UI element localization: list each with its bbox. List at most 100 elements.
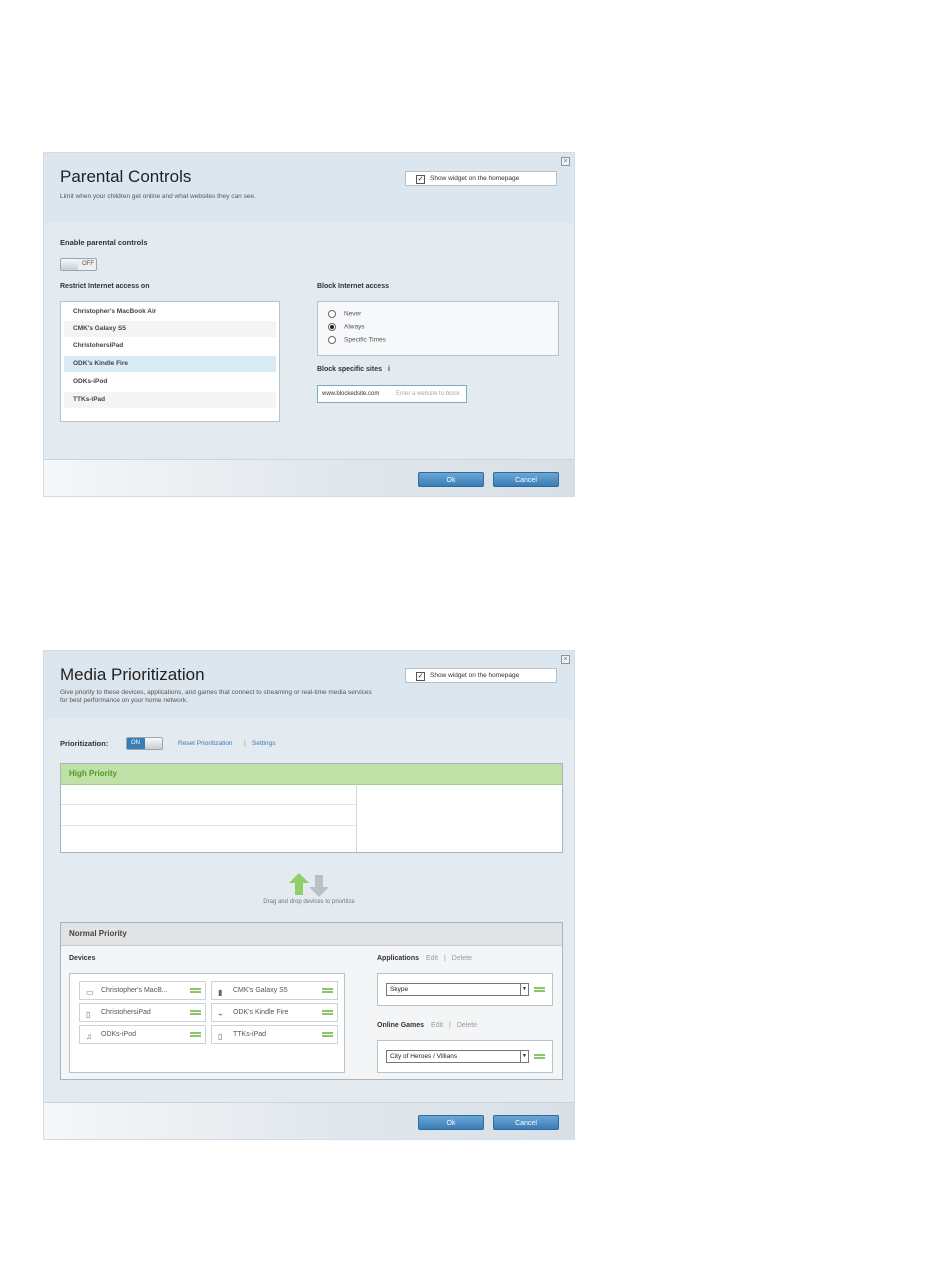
show-widget-checkbox[interactable]: ✓ Show widget on the homepage [405,668,557,683]
games-edit-link[interactable]: Edit [431,1022,443,1029]
reset-prioritization-link[interactable]: Reset Prioritization [178,740,233,747]
application-select[interactable]: Skype ▼ [386,983,529,996]
page-subtitle: Give priority to these devices, applicat… [60,689,372,704]
cancel-button[interactable]: Cancel [493,1115,559,1130]
radio-always[interactable]: Always [328,323,365,331]
blocked-site-value[interactable]: www.blockedsite.com [322,391,379,397]
radio-label: Always [344,323,365,331]
settings-link[interactable]: Settings [252,740,276,747]
drag-handle-icon[interactable] [534,987,545,992]
high-priority-slot[interactable] [61,805,356,826]
dialog-header: × Media Prioritization Give priority to … [44,651,574,720]
list-item[interactable]: Christopher's MacBook Air [64,304,276,320]
high-priority-side-area[interactable] [356,784,562,852]
devices-heading: Devices [69,955,96,962]
device-name: ODKs-iPod [101,1031,137,1038]
enable-parental-controls-label: Enable parental controls [60,238,148,247]
list-item[interactable]: CMK's Galaxy S5 [64,321,276,337]
online-games-heading: Online Games Edit | Delete [377,1022,477,1029]
device-name: ChristohersiPad [101,1009,151,1016]
device-chip[interactable]: ♫ ODKs-iPod [79,1025,206,1044]
toggle-state: ON [131,740,140,746]
normal-priority-box: Normal Priority Devices ▭ Christopher's … [60,922,563,1080]
online-games-label: Online Games [377,1022,425,1029]
chevron-down-icon[interactable]: ▼ [520,1051,528,1062]
drag-handle-icon[interactable] [190,988,201,993]
show-widget-label: Show widget on the homepage [430,672,520,679]
show-widget-checkbox[interactable]: ✓ Show widget on the homepage [405,171,557,186]
parental-controls-toggle[interactable]: OFF [60,258,97,271]
block-access-options: Never Always Specific Times [317,301,559,356]
device-chip[interactable]: ▯ ChristohersiPad [79,1003,206,1022]
high-priority-box[interactable]: High Priority [60,763,563,853]
drag-handle-icon[interactable] [322,988,333,993]
device-chip[interactable]: ▯ TTKs-iPad [211,1025,338,1044]
applications-delete-link[interactable]: Delete [452,955,472,962]
high-priority-header: High Priority [61,764,562,785]
drag-instructions: Drag and drop devices to prioritize [263,899,355,905]
device-chip[interactable]: ▭ Christopher's MacB... [79,981,206,1000]
game-selected-value: City of Heroes / Villians [390,1053,458,1060]
dialog-footer: Ok Cancel [44,1102,574,1139]
dialog-footer: Ok Cancel [44,459,574,496]
phone-icon: ▮ [218,988,223,997]
info-icon[interactable]: i [388,366,390,373]
block-access-label: Block Internet access [317,283,389,290]
drag-handle-icon[interactable] [534,1054,545,1059]
toggle-knob [145,738,162,749]
link-separator: | [443,955,446,962]
laptop-icon: ▭ [86,988,94,997]
site-input-placeholder[interactable]: Enter a website to block [396,391,460,397]
online-games-box: City of Heroes / Villians ▼ [377,1040,553,1073]
list-item[interactable]: TTKs-iPad [64,392,276,408]
radio-label: Specific Times [344,336,386,344]
radio-never[interactable]: Never [328,310,361,318]
list-item-selected[interactable]: ODK's Kindle Fire [64,356,276,372]
radio-selected-icon[interactable] [328,323,336,331]
checkbox-checked-icon[interactable]: ✓ [416,672,425,681]
device-chip[interactable]: ⌁ ODK's Kindle Fire [211,1003,338,1022]
cancel-button[interactable]: Cancel [493,472,559,487]
high-priority-title: High Priority [69,769,118,778]
block-sites-label: Block specific sites i [317,366,390,373]
show-widget-label: Show widget on the homepage [430,175,520,182]
ok-button[interactable]: Ok [418,1115,484,1130]
close-icon[interactable]: × [561,157,570,166]
drag-handle-icon[interactable] [322,1032,333,1037]
device-name: ODK's Kindle Fire [233,1009,289,1016]
list-item[interactable]: ODKs-iPod [64,374,276,390]
device-chip[interactable]: ▮ CMK's Galaxy S5 [211,981,338,1000]
chevron-down-icon[interactable]: ▼ [520,984,528,995]
games-delete-link[interactable]: Delete [457,1022,477,1029]
high-priority-slot[interactable] [61,826,356,847]
prioritize-arrows-icon [289,873,329,897]
radio-label: Never [344,310,362,318]
drag-handle-icon[interactable] [322,1010,333,1015]
radio-icon[interactable] [328,336,336,344]
radio-icon[interactable] [328,310,336,318]
radio-specific-times[interactable]: Specific Times [328,336,386,344]
tablet-icon: ▯ [86,1010,91,1019]
page-subtitle: Limit when your children get online and … [60,193,256,200]
block-sites-text: Block specific sites [317,366,382,373]
page-title: Parental Controls [60,167,192,186]
prioritization-label: Prioritization: [60,739,109,748]
game-select[interactable]: City of Heroes / Villians ▼ [386,1050,529,1063]
prioritization-toggle[interactable]: ON [126,737,163,750]
high-priority-slot[interactable] [61,784,356,805]
drag-handle-icon[interactable] [190,1032,201,1037]
page-title: Media Prioritization [60,665,205,684]
drag-handle-icon[interactable] [190,1010,201,1015]
applications-edit-link[interactable]: Edit [426,955,438,962]
block-site-input[interactable]: www.blockedsite.com Enter a website to b… [317,385,467,403]
dialog-header: × Parental Controls Limit when your chil… [44,153,574,224]
ereader-icon: ⌁ [218,1010,223,1019]
dialog-body: Prioritization: ON Reset Prioritization … [44,719,574,1103]
ok-button[interactable]: Ok [418,472,484,487]
device-list: Christopher's MacBook Air CMK's Galaxy S… [60,301,280,422]
normal-priority-devices: ▭ Christopher's MacB... ▮ CMK's Galaxy S… [69,973,345,1073]
close-icon[interactable]: × [561,655,570,664]
toggle-knob [61,259,78,270]
checkbox-checked-icon[interactable]: ✓ [416,175,425,184]
list-item[interactable]: ChristohersiPad [64,338,276,354]
